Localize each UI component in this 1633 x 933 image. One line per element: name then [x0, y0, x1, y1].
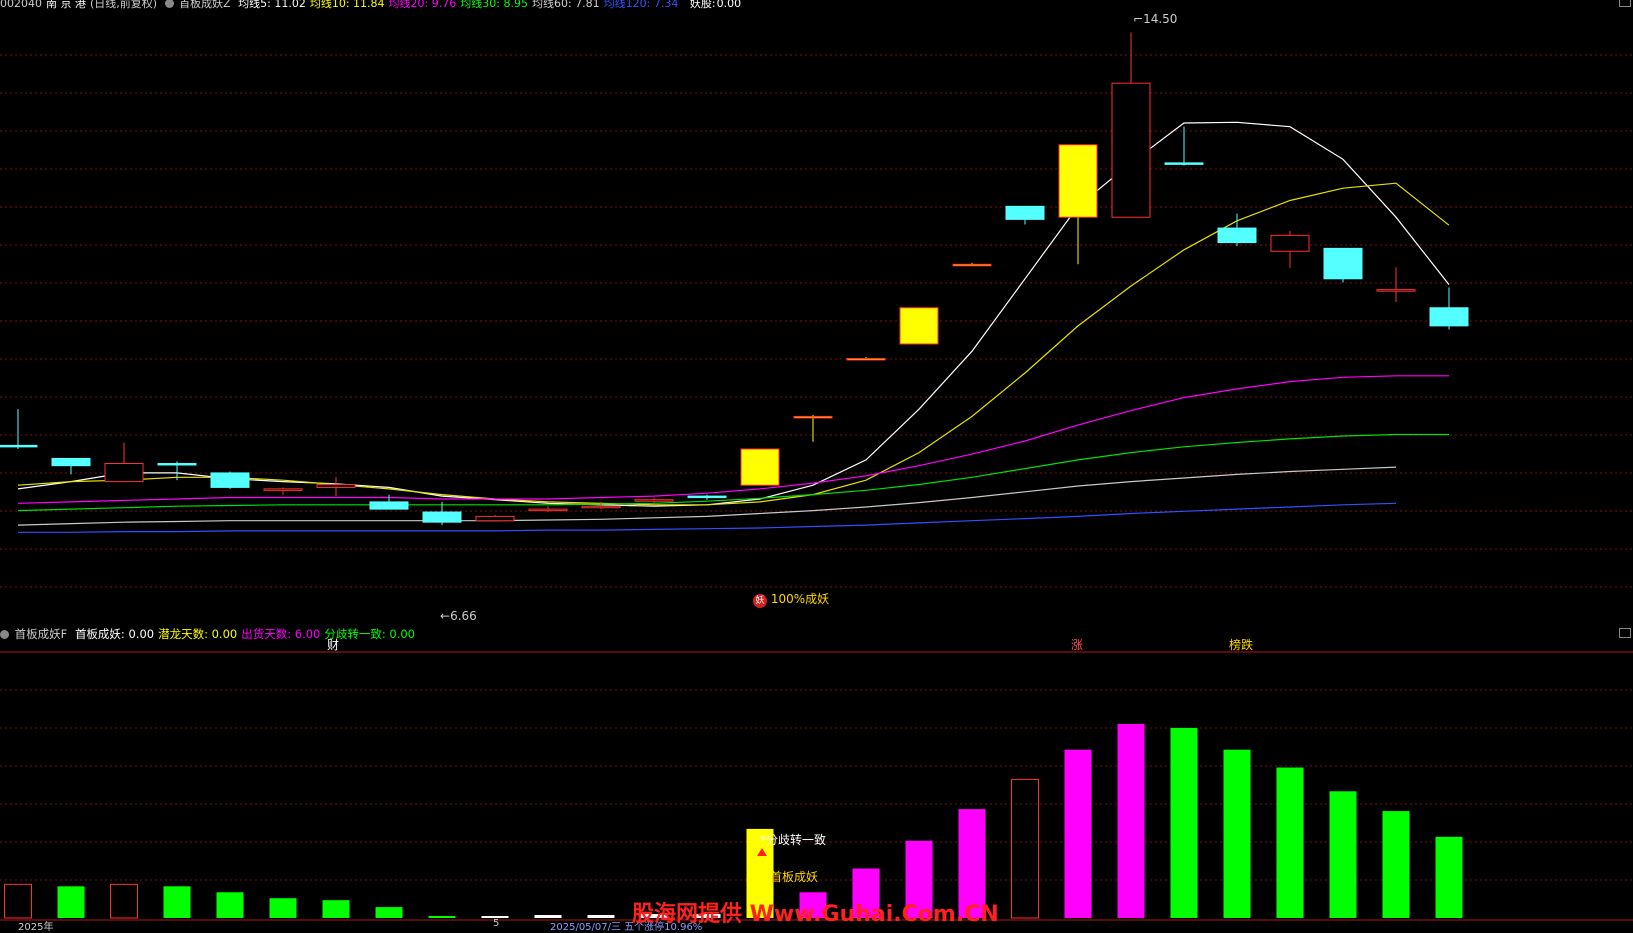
sub-bar: [163, 886, 191, 918]
watermark-text: 股海网提供 Www.Guhai.Com.CN: [632, 902, 999, 927]
sub-bar: [1170, 727, 1198, 918]
sub-bar: [4, 883, 32, 919]
candle-body: [740, 448, 780, 486]
candle-body: [899, 307, 939, 345]
sub-bar: [57, 886, 85, 918]
demon-icon: 妖: [753, 594, 767, 608]
candle-body: [1058, 144, 1098, 218]
candle-body: [263, 488, 303, 491]
candle-body: [369, 501, 409, 510]
event-rise-marker[interactable]: 涨: [1071, 636, 1083, 653]
sub-bar: [322, 900, 350, 918]
candle-body: [1111, 82, 1151, 218]
candle-body: [0, 444, 38, 448]
candle-body: [157, 463, 197, 466]
sub-bar: [1276, 767, 1304, 918]
sub-bar: [375, 907, 403, 918]
sub-bar: [1382, 811, 1410, 918]
candle-body: [422, 511, 462, 523]
up-arrow-icon: [757, 848, 767, 856]
sub-bar: [269, 898, 297, 918]
first-board-label: 首板成妖: [770, 870, 819, 884]
candle-body: [1164, 162, 1204, 165]
sub-bar: [1117, 723, 1145, 918]
candle-body: [104, 463, 144, 483]
signal-badge[interactable]: 妖 100%成妖: [753, 590, 829, 608]
candle-body: [1005, 205, 1045, 220]
candle-body: [210, 472, 250, 488]
sub-bar: [1435, 836, 1463, 918]
candle-body: [1270, 234, 1310, 252]
ma-line-ma5: [17, 121, 1450, 507]
candle-body: [687, 495, 727, 499]
candle-body: [1217, 227, 1257, 244]
candle-body: [316, 484, 356, 488]
low-price-label: ←6.66: [440, 609, 477, 623]
candle-body: [952, 263, 992, 267]
divergence-label: *分歧转一致: [760, 833, 827, 847]
high-price-label: ⌐14.50: [1133, 12, 1178, 26]
event-finance-marker[interactable]: 财: [327, 636, 339, 653]
ma-line-ma120: [18, 502, 1397, 533]
candle-body: [846, 357, 886, 361]
candle-body: [634, 499, 674, 502]
candle-body: [528, 508, 568, 512]
sub-bar: [1223, 749, 1251, 918]
sub-bar: [216, 892, 244, 918]
candle-body: [1376, 289, 1416, 292]
candle-body: [475, 515, 515, 522]
signal-text: 100%成妖: [770, 592, 830, 606]
chart-canvas[interactable]: [0, 0, 1633, 926]
sub-bar: [428, 916, 456, 918]
sub-bar: [1064, 749, 1092, 918]
candle-body: [793, 415, 833, 419]
candle-body: [51, 457, 91, 467]
axis-month-label: 5: [493, 918, 500, 929]
sub-bar: [1011, 778, 1039, 919]
candle-body: [1323, 247, 1363, 280]
candle-body: [581, 505, 621, 509]
sub-bar: [110, 883, 138, 919]
sub-bar: [1329, 791, 1357, 918]
event-list-drop-marker[interactable]: 榜跌: [1229, 636, 1253, 653]
candle-body: [1429, 307, 1469, 327]
